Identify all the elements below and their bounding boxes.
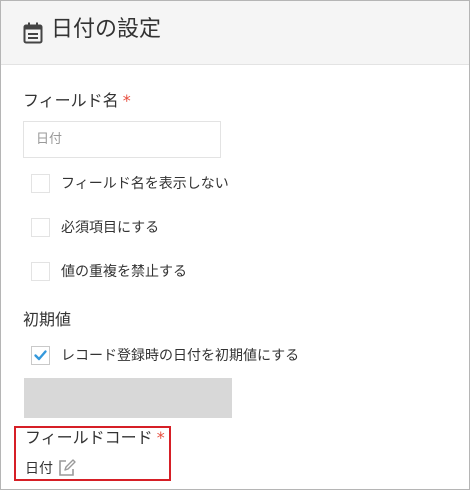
field-code-label-text: フィールドコード <box>25 428 153 447</box>
field-name-label-text: フィールド名 <box>23 91 119 110</box>
required-mark: * <box>122 91 131 110</box>
field-code-value: 日付 <box>25 461 53 477</box>
hide-field-name-checkbox[interactable] <box>31 174 50 193</box>
unique-checkbox[interactable] <box>31 262 50 281</box>
calendar-icon <box>23 22 43 44</box>
date-settings-dialog: 日付の設定 フィールド名* フィールド名を表示しない 必須項目にする 値の重複を… <box>0 0 470 490</box>
hide-field-name-label: フィールド名を表示しない <box>61 176 229 192</box>
pencil-edit-icon[interactable] <box>57 458 77 478</box>
default-today-checkbox[interactable] <box>31 346 50 365</box>
field-name-label: フィールド名 * <box>23 90 131 112</box>
field-code-required-mark: * <box>156 428 165 447</box>
field-code-label: フィールドコード * <box>25 427 165 449</box>
initial-value-label: 初期値 <box>23 310 72 329</box>
default-today-label: レコード登録時の日付を初期値にする <box>61 348 300 364</box>
initial-date-input[interactable] <box>24 378 232 418</box>
dialog-header: 日付の設定 <box>1 1 469 65</box>
field-name-input[interactable] <box>23 121 221 158</box>
checkmark-icon <box>34 350 47 361</box>
required-label: 必須項目にする <box>61 220 160 236</box>
dialog-title: 日付の設定 <box>51 17 162 42</box>
unique-label: 値の重複を禁止する <box>61 264 187 280</box>
required-checkbox[interactable] <box>31 218 50 237</box>
